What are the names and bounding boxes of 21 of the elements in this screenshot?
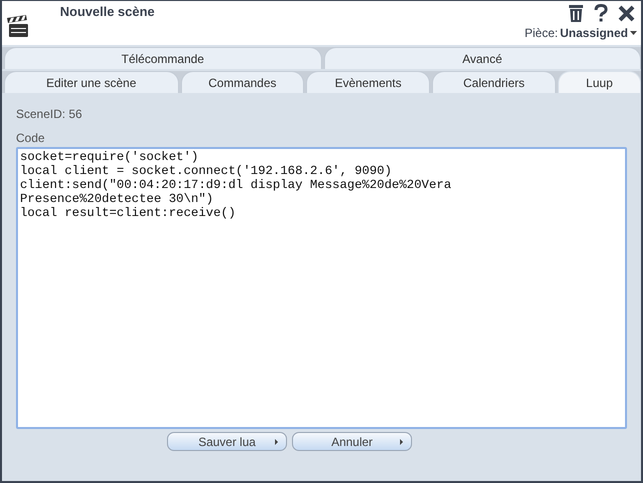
- save-button[interactable]: Sauver lua: [167, 432, 287, 451]
- tab[interactable]: Evènements: [306, 71, 430, 93]
- window-title: Nouvelle scène: [60, 4, 155, 19]
- tab[interactable]: Editer une scène: [4, 71, 179, 93]
- caret-icon: [275, 439, 278, 445]
- caret-icon: [400, 439, 403, 445]
- tab[interactable]: Calendriers: [432, 71, 556, 93]
- code-field[interactable]: socket=require('socket') local client = socket.connect('192.168.2.6', 9090) client:send("00:04:20:17:d9:dl display Message%20de%20Vera Presence%20detectee 30\n") local result=client:receive(): [16, 147, 627, 429]
- clapperboard-icon: [6, 15, 30, 39]
- cancel-button[interactable]: Annuler: [292, 432, 412, 451]
- scene-id: SceneID: 56: [16, 107, 84, 121]
- tab[interactable]: Avancé: [324, 47, 641, 69]
- room-dropdown[interactable]: Pièce: Unassigned: [524, 26, 637, 40]
- trash-icon[interactable]: [568, 4, 584, 22]
- help-icon[interactable]: [594, 4, 608, 22]
- tab[interactable]: Télécommande: [4, 47, 322, 69]
- tab[interactable]: Luup: [558, 71, 641, 93]
- tab[interactable]: Commandes: [180, 71, 304, 93]
- caret-icon: [630, 31, 637, 35]
- code-label: Code: [16, 131, 46, 145]
- close-icon[interactable]: [618, 4, 635, 22]
